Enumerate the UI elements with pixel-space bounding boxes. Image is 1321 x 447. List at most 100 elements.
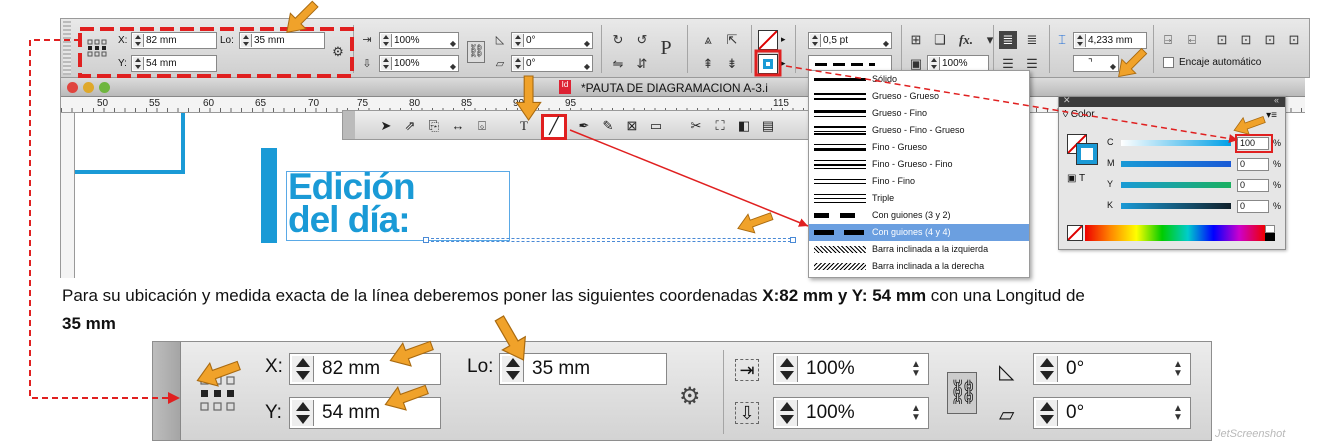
- select-previous-icon[interactable]: ⇞: [699, 55, 717, 73]
- align-center-icon[interactable]: ≣: [1023, 31, 1041, 49]
- select-content-icon[interactable]: ⇱: [723, 31, 741, 49]
- direct-selection-tool-icon[interactable]: ⇗: [401, 117, 419, 135]
- flip-vertical-icon[interactable]: ⇵: [633, 55, 651, 73]
- scale-x-field[interactable]: 100% ◆: [379, 32, 459, 49]
- line-handle-start[interactable]: [423, 237, 429, 243]
- pencil-tool-icon[interactable]: ✎: [599, 117, 617, 135]
- type-tool-icon[interactable]: T: [515, 117, 533, 135]
- gradient-swatch-tool-icon[interactable]: ◧: [735, 117, 753, 135]
- corner-option-select[interactable]: ⌝ ◆: [1073, 55, 1119, 72]
- link-scale-icon[interactable]: ⛓: [467, 41, 485, 63]
- yellow-value[interactable]: 0: [1237, 179, 1269, 192]
- stroke-swatch[interactable]: [758, 54, 778, 74]
- gap-field[interactable]: 4,233 mm: [1073, 32, 1147, 49]
- collapse-panel-icon[interactable]: «: [1274, 95, 1279, 105]
- align-left-icon[interactable]: ≣: [999, 31, 1017, 49]
- menu-item[interactable]: Grueso - Fino - Grueso: [809, 122, 1029, 139]
- flip-horizontal-icon[interactable]: ⇋: [609, 55, 627, 73]
- zoomed-scale-x-field[interactable]: 100% ▲ ▼: [773, 353, 929, 385]
- panel-menu-icon[interactable]: ▾≡: [1266, 110, 1277, 121]
- zoomed-constrain-icon[interactable]: ⚙: [679, 382, 701, 411]
- line-handle-end[interactable]: [790, 237, 796, 243]
- selected-line[interactable]: [426, 238, 796, 242]
- pen-tool-icon[interactable]: ✒: [575, 117, 593, 135]
- fit-content-icon[interactable]: ⍈: [1159, 31, 1177, 49]
- menu-item[interactable]: Barra inclinada a la izquierda: [809, 241, 1029, 258]
- zoomed-x-field[interactable]: 82 mm: [289, 353, 441, 385]
- minimize-window-button[interactable]: [83, 82, 94, 93]
- x-field[interactable]: 82 mm: [131, 32, 217, 49]
- menu-item[interactable]: Con guiones (3 y 2): [809, 207, 1029, 224]
- color-spectrum[interactable]: [1085, 225, 1265, 241]
- headline-text-frame[interactable]: Edición del día:: [286, 168, 510, 241]
- yellow-slider[interactable]: [1121, 182, 1231, 188]
- close-panel-icon[interactable]: ✕: [1063, 95, 1071, 106]
- reference-point-icon[interactable]: [87, 39, 109, 59]
- tools-grip[interactable]: [343, 111, 355, 139]
- zoomed-rotate-field[interactable]: 0° ▲ ▼: [1033, 353, 1191, 385]
- select-container-icon[interactable]: ⩓: [699, 31, 717, 49]
- effects-menu-icon[interactable]: ▾: [981, 31, 999, 49]
- fill-dropdown-icon[interactable]: ▸: [781, 34, 786, 45]
- menu-item[interactable]: Grueso - Grueso: [809, 88, 1029, 105]
- fit-proportional-icon[interactable]: ⊡: [1261, 31, 1279, 49]
- magenta-slider[interactable]: [1121, 161, 1231, 167]
- zoomed-shear-field[interactable]: 0° ▲ ▼: [1033, 397, 1191, 429]
- panel-grip[interactable]: [63, 21, 71, 75]
- zoomed-reference-point-icon[interactable]: [198, 374, 238, 414]
- stroke-proxy[interactable]: [1077, 144, 1097, 164]
- zoomed-y-field[interactable]: 54 mm: [289, 397, 441, 429]
- auto-fit-checkbox[interactable]: [1163, 57, 1174, 68]
- menu-item[interactable]: Barra inclinada a la derecha: [809, 258, 1029, 275]
- rotate-ccw-icon[interactable]: ↺: [633, 31, 651, 49]
- zoomed-panel-grip[interactable]: [153, 342, 181, 440]
- rotate-field[interactable]: 0° ◆: [511, 32, 593, 49]
- stroke-dropdown-icon[interactable]: ▸: [781, 58, 786, 69]
- page-tool-icon[interactable]: ⎘: [425, 117, 443, 135]
- zoomed-scale-y-field[interactable]: 100% ▲ ▼: [773, 397, 929, 429]
- zoom-window-button[interactable]: [99, 82, 110, 93]
- free-transform-tool-icon[interactable]: ⛶: [711, 117, 729, 135]
- gap-tool-icon[interactable]: ↔: [449, 117, 467, 135]
- zoomed-length-field[interactable]: 35 mm: [499, 353, 667, 385]
- close-window-button[interactable]: [67, 82, 78, 93]
- frame-fitting-icon[interactable]: ⊞: [907, 31, 925, 49]
- rectangle-frame-tool-icon[interactable]: ⊠: [623, 117, 641, 135]
- menu-item[interactable]: Grueso - Fino: [809, 105, 1029, 122]
- effects-button[interactable]: fx.: [957, 31, 975, 49]
- black-value[interactable]: 0: [1237, 200, 1269, 213]
- menu-item[interactable]: Fino - Fino: [809, 173, 1029, 190]
- constrain-proportions-icon[interactable]: ⚙: [329, 43, 347, 61]
- menu-item[interactable]: Triple: [809, 190, 1029, 207]
- menu-item[interactable]: Fino - Grueso: [809, 139, 1029, 156]
- center-content-icon[interactable]: ⊡: [1237, 31, 1255, 49]
- content-collector-icon[interactable]: ⌺: [473, 117, 491, 135]
- drop-shadow-icon[interactable]: ❑: [931, 31, 949, 49]
- color-tab[interactable]: ◊ Color: [1063, 109, 1095, 123]
- menu-item-selected[interactable]: Con guiones (4 y 4): [809, 224, 1029, 241]
- white-swatch[interactable]: [1265, 225, 1275, 233]
- none-swatch[interactable]: [1067, 225, 1083, 241]
- gradient-feather-tool-icon[interactable]: ▤: [759, 117, 777, 135]
- black-swatch[interactable]: [1265, 233, 1275, 241]
- rectangle-tool-icon[interactable]: ▭: [647, 117, 665, 135]
- menu-item[interactable]: Sólido: [809, 71, 1029, 88]
- rotate-cw-icon[interactable]: ↻: [609, 31, 627, 49]
- fit-frame-icon[interactable]: ⍇: [1183, 31, 1201, 49]
- cyan-value[interactable]: 100: [1237, 137, 1269, 150]
- line-tool-icon[interactable]: ╱: [541, 114, 567, 140]
- scale-y-field[interactable]: 100% ◆: [379, 55, 459, 72]
- color-panel-header[interactable]: ✕ «: [1059, 95, 1285, 107]
- cyan-slider[interactable]: [1121, 140, 1231, 146]
- zoomed-link-scale-icon[interactable]: ⛓: [947, 372, 978, 414]
- content-aware-icon[interactable]: ⊡: [1285, 31, 1303, 49]
- scissors-tool-icon[interactable]: ✂: [687, 117, 705, 135]
- length-field[interactable]: 35 mm: [239, 32, 325, 49]
- y-field[interactable]: 54 mm: [131, 55, 217, 72]
- fill-frame-icon[interactable]: ⊡: [1213, 31, 1231, 49]
- magenta-value[interactable]: 0: [1237, 158, 1269, 171]
- menu-item[interactable]: Fino - Grueso - Fino: [809, 156, 1029, 173]
- select-next-icon[interactable]: ⇟: [723, 55, 741, 73]
- stroke-weight-field[interactable]: 0,5 pt ◆: [808, 32, 892, 49]
- black-slider[interactable]: [1121, 203, 1231, 209]
